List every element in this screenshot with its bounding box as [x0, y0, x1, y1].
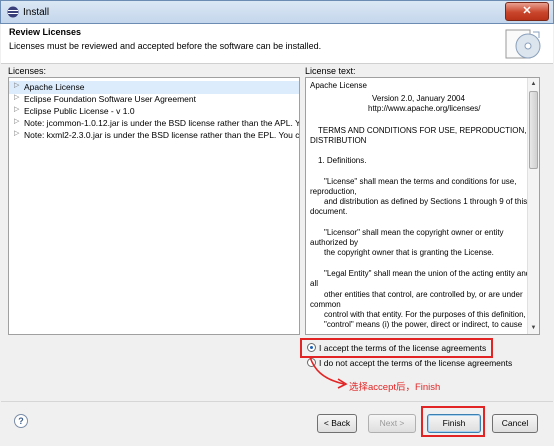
license-line: Apache License — [310, 81, 367, 90]
install-disc-icon — [505, 29, 541, 59]
list-item-label: Note: kxml2-2.3.0.jar is under the BSD l… — [24, 130, 300, 140]
expand-arrow-icon[interactable]: ▷ — [14, 93, 24, 101]
expand-arrow-icon[interactable]: ▷ — [14, 129, 24, 137]
vertical-scrollbar[interactable]: ▲ ▼ — [527, 78, 539, 334]
license-line: common — [310, 300, 341, 309]
finish-highlight-box — [421, 406, 485, 437]
page-subtitle: Licenses must be reviewed and accepted b… — [9, 41, 322, 51]
scroll-down-icon[interactable]: ▼ — [528, 322, 539, 334]
licenses-label: Licenses: — [8, 66, 47, 76]
license-line: the copyright owner that is granting the… — [324, 248, 494, 257]
close-icon: ✕ — [522, 5, 532, 17]
license-line: document. — [310, 207, 348, 216]
license-line: TERMS AND CONDITIONS FOR USE, REPRODUCTI… — [318, 126, 540, 135]
license-line: Version 2.0, January 2004 — [372, 94, 465, 103]
license-line: "Licensor" shall mean the copyright owne… — [324, 228, 504, 237]
license-line: other entities that control, are control… — [324, 290, 523, 299]
license-line: reproduction, — [310, 187, 357, 196]
page-title: Review Licenses — [9, 27, 82, 37]
list-item[interactable]: ▷ Note: kxml2-2.3.0.jar is under the BSD… — [9, 129, 300, 142]
title-bar: Install ✕ — [0, 0, 554, 24]
license-line: "control" means (i) the power, direct or… — [324, 320, 523, 329]
window-title: Install — [23, 7, 50, 18]
footer-divider — [1, 401, 553, 402]
license-text-area[interactable]: Apache License Version 2.0, January 2004… — [305, 77, 540, 335]
expand-arrow-icon[interactable]: ▷ — [14, 105, 24, 113]
license-line: control with that entity. For the purpos… — [324, 310, 526, 319]
license-line: and distribution as defined by Sections … — [324, 197, 528, 206]
license-line: authorized by — [310, 238, 359, 247]
scroll-thumb[interactable] — [529, 91, 538, 169]
license-line: "Legal Entity" shall mean the union of t… — [324, 269, 531, 278]
license-line: 1. Definitions. — [318, 156, 367, 165]
list-item-label: Apache License — [24, 82, 85, 92]
licenses-tree[interactable]: ▷ Apache License ▷ Eclipse Foundation So… — [8, 77, 300, 335]
back-button[interactable]: < Back — [317, 414, 357, 433]
expand-arrow-icon[interactable]: ▷ — [14, 117, 24, 125]
help-icon[interactable]: ? — [14, 414, 28, 428]
license-line: all — [310, 279, 319, 288]
list-item-label: Eclipse Public License - v 1.0 — [24, 106, 135, 116]
next-button: Next > — [368, 414, 416, 433]
wizard-header: Review Licenses Licenses must be reviewe… — [1, 24, 553, 64]
license-line: http://www.apache.org/licenses/ — [368, 104, 481, 113]
license-text-label: License text: — [305, 66, 356, 76]
annotation-text: 选择accept后，Finish — [349, 382, 441, 393]
list-item-label: Note: jcommon-1.0.12.jar is under the BS… — [24, 118, 300, 128]
list-item-label: Eclipse Foundation Software User Agreeme… — [24, 94, 196, 104]
close-button[interactable]: ✕ — [505, 2, 549, 21]
annotation-arrow-icon — [309, 356, 348, 389]
eclipse-icon — [7, 6, 19, 18]
expand-arrow-icon[interactable]: ▷ — [14, 81, 24, 89]
scroll-up-icon[interactable]: ▲ — [528, 78, 539, 90]
cancel-button[interactable]: Cancel — [492, 414, 538, 433]
license-line: "License" shall mean the terms and condi… — [324, 177, 517, 186]
license-line: DISTRIBUTION — [310, 136, 367, 145]
